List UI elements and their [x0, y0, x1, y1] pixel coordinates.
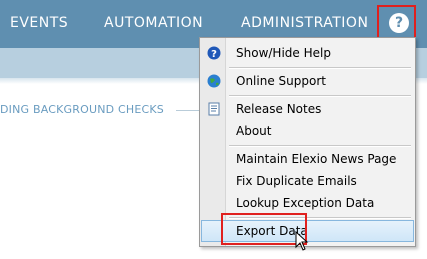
document-icon [207, 101, 221, 116]
help-button[interactable]: ? [377, 5, 416, 40]
menu-label: About [236, 124, 272, 138]
menu-label: Lookup Exception Data [236, 196, 375, 210]
nav-automation[interactable]: AUTOMATION [104, 15, 203, 31]
menu-separator [229, 145, 411, 147]
menu-item-online-support[interactable]: Online Support [201, 70, 414, 92]
section-heading: DING BACKGROUND CHECKS [0, 103, 164, 116]
help-icon: ? [207, 45, 221, 60]
menu-item-lookup-exception-data[interactable]: Lookup Exception Data [201, 192, 414, 214]
menu-item-about[interactable]: About [201, 120, 414, 142]
menu-item-fix-duplicate-emails[interactable]: Fix Duplicate Emails [201, 170, 414, 192]
nav-administration[interactable]: ADMINISTRATION [241, 15, 368, 31]
nav-events[interactable]: EVENTS [10, 15, 68, 31]
svg-text:?: ? [211, 49, 217, 60]
menu-item-release-notes[interactable]: Release Notes [201, 98, 414, 120]
menu-label: Release Notes [236, 102, 322, 116]
menu-label: Show/Hide Help [236, 46, 331, 60]
menu-item-show-hide-help[interactable]: ? Show/Hide Help [201, 42, 414, 64]
menu-label: Maintain Elexio News Page [236, 152, 397, 166]
question-circle-icon: ? [389, 13, 409, 33]
menu-separator [229, 67, 411, 69]
menu-label: Online Support [236, 74, 326, 88]
mouse-cursor-icon [295, 231, 309, 251]
menu-item-maintain-news-page[interactable]: Maintain Elexio News Page [201, 148, 414, 170]
menu-label: Fix Duplicate Emails [236, 174, 357, 188]
globe-icon [207, 73, 221, 88]
menu-separator [229, 95, 411, 97]
